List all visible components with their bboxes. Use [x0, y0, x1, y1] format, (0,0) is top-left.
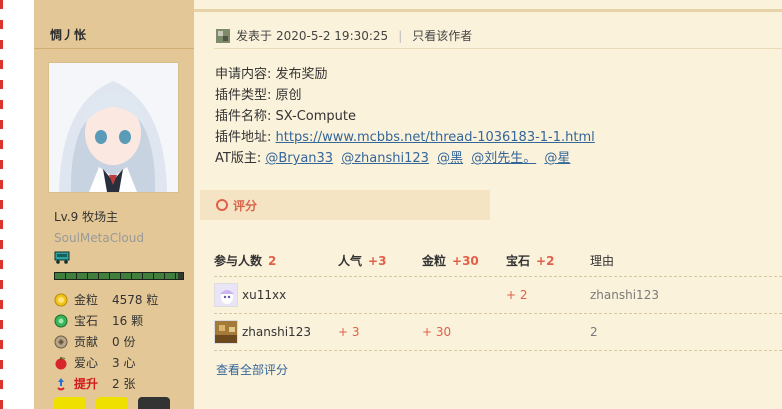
badge-yellow-icon-2[interactable] — [96, 397, 128, 409]
rater-gem: + 2 — [506, 288, 528, 302]
rater-reason: 2 — [590, 325, 598, 339]
stat-contribution-value: 0 份 — [112, 335, 136, 349]
post-meta-divider — [214, 48, 782, 49]
author-avatar[interactable] — [48, 62, 179, 193]
gem-icon — [54, 314, 68, 327]
gold-coin-icon — [54, 293, 68, 306]
plugin-name-label: 插件名称: — [215, 109, 272, 124]
page-gutter — [8, 0, 34, 409]
posted-prefix: 发表于 — [236, 29, 273, 43]
stat-gem-value: 16 颗 — [112, 314, 144, 328]
stat-boost[interactable]: 提升 2 张 — [54, 373, 194, 394]
level-progress-bar — [54, 272, 184, 280]
author-stats: 金粒 4578 粒 宝石 16 颗 贡献 0 份 爱心 3 心 提升 2 张 — [54, 289, 194, 394]
participants-count: 2 — [268, 253, 277, 268]
rater-avatar-image — [215, 321, 237, 343]
post-author-mini-avatar-icon — [216, 28, 230, 43]
post-meta: 发表于 2020-5-2 19:30:25 | 只看该作者 — [216, 27, 472, 44]
contribution-icon — [54, 335, 68, 348]
minecart-medal-icon[interactable] — [54, 250, 70, 264]
stat-gem-label: 宝石 — [74, 314, 99, 328]
content-line-name: 插件名称: SX-Compute — [215, 106, 595, 127]
sidebar-divider — [34, 48, 194, 49]
post-content: 申请内容: 发布奖励 插件类型: 原创 插件名称: SX-Compute 插件地… — [215, 64, 595, 169]
apply-label: 申请内容: — [215, 67, 272, 82]
rating-table-header: 参与人数 2 人气 +3 金粒 +30 宝石 +2 理由 — [214, 245, 782, 277]
rating-row: xu11xx + 2 zhanshi123 — [214, 277, 782, 314]
rater-username[interactable]: xu11xx — [242, 288, 286, 302]
author-level: Lv.9 牧场主 — [54, 210, 119, 224]
participants-label: 参与人数 — [214, 254, 263, 268]
gold-label: 金粒 — [422, 254, 447, 268]
plugin-name-value: SX-Compute — [275, 109, 357, 124]
badge-yellow-icon[interactable] — [54, 397, 86, 409]
rating-row: zhanshi123 + 3 + 30 2 — [214, 314, 782, 351]
rating-circle-icon — [216, 199, 228, 211]
gold-total: +30 — [452, 253, 479, 268]
stat-contribution[interactable]: 贡献 0 份 — [54, 331, 194, 352]
rating-title[interactable]: 评分 — [233, 197, 257, 214]
popularity-total: +3 — [368, 253, 387, 268]
mention-link[interactable]: @Bryan33 — [265, 151, 333, 166]
reason-label: 理由 — [590, 254, 615, 268]
stat-heart-value: 3 心 — [112, 356, 136, 370]
stat-gold-value: 4578 粒 — [112, 293, 159, 307]
type-label: 插件类型: — [215, 88, 272, 103]
stat-gold-label: 金粒 — [74, 293, 99, 307]
page-edge-decoration — [0, 0, 8, 409]
popularity-label: 人气 — [338, 254, 363, 268]
rating-header: 评分 — [200, 190, 490, 220]
apply-value: 发布奖励 — [275, 67, 328, 82]
stat-heart-label: 爱心 — [74, 356, 99, 370]
rater-avatar[interactable] — [214, 283, 238, 307]
progress-segments — [55, 273, 183, 279]
stat-heart[interactable]: 爱心 3 心 — [54, 352, 194, 373]
mentions-label: AT版主: — [215, 151, 262, 166]
author-only-link[interactable]: 只看该作者 — [412, 27, 472, 44]
type-value: 原创 — [275, 88, 302, 103]
boost-icon — [57, 377, 65, 390]
stat-boost-value: 2 张 — [112, 377, 136, 391]
mention-link[interactable]: @zhanshi123 — [341, 151, 429, 166]
content-line-apply: 申请内容: 发布奖励 — [215, 64, 595, 85]
content-line-type: 插件类型: 原创 — [215, 85, 595, 106]
author-username[interactable]: 惆丿怅 — [50, 26, 86, 43]
stat-gem[interactable]: 宝石 16 颗 — [54, 310, 194, 331]
avatar-illustration — [49, 63, 178, 192]
mention-link[interactable]: @黑 — [437, 151, 463, 166]
stat-boost-label: 提升 — [74, 377, 99, 391]
gem-label: 宝石 — [506, 254, 531, 268]
posted-time: 2020-5-2 19:30:25 — [276, 28, 389, 43]
author-sidebar: 惆丿怅 Lv.9 牧场主 SoulMetaCloud 金粒 4578 粒 宝石 … — [34, 0, 194, 409]
mention-link[interactable]: @星 — [544, 151, 570, 166]
view-all-ratings-link[interactable]: 查看全部评分 — [216, 361, 288, 378]
rating-table: 参与人数 2 人气 +3 金粒 +30 宝石 +2 理由 xu11xx + 2 zhan… — [214, 245, 782, 351]
author-custom-title: SoulMetaCloud — [54, 231, 144, 245]
rater-username[interactable]: zhanshi123 — [242, 325, 311, 339]
rater-popularity: + 3 — [338, 325, 360, 339]
gem-total: +2 — [536, 253, 555, 268]
plugin-url-link[interactable]: https://www.mcbbs.net/thread-1036183-1-1… — [276, 130, 595, 145]
content-line-mentions: AT版主: @Bryan33 @zhanshi123 @黑 @刘先生。 @星 — [215, 148, 595, 169]
rater-reason: zhanshi123 — [590, 288, 659, 302]
rater-gold: + 30 — [422, 325, 452, 339]
stat-gold[interactable]: 金粒 4578 粒 — [54, 289, 194, 310]
meta-divider: | — [398, 28, 403, 43]
post-top-band — [194, 0, 782, 12]
stat-contribution-label: 贡献 — [74, 335, 99, 349]
plugin-url-label: 插件地址: — [215, 130, 272, 145]
content-line-url: 插件地址: https://www.mcbbs.net/thread-10361… — [215, 127, 595, 148]
rater-avatar-image — [215, 284, 237, 306]
sidebar-badges — [54, 397, 170, 409]
post-main: 发表于 2020-5-2 19:30:25 | 只看该作者 申请内容: 发布奖励… — [194, 0, 782, 409]
heart-icon — [55, 356, 67, 369]
sidebar-top-band — [34, 0, 194, 12]
badge-dark-icon[interactable] — [138, 397, 170, 409]
mention-link[interactable]: @刘先生。 — [471, 151, 536, 166]
rater-avatar[interactable] — [214, 320, 238, 344]
